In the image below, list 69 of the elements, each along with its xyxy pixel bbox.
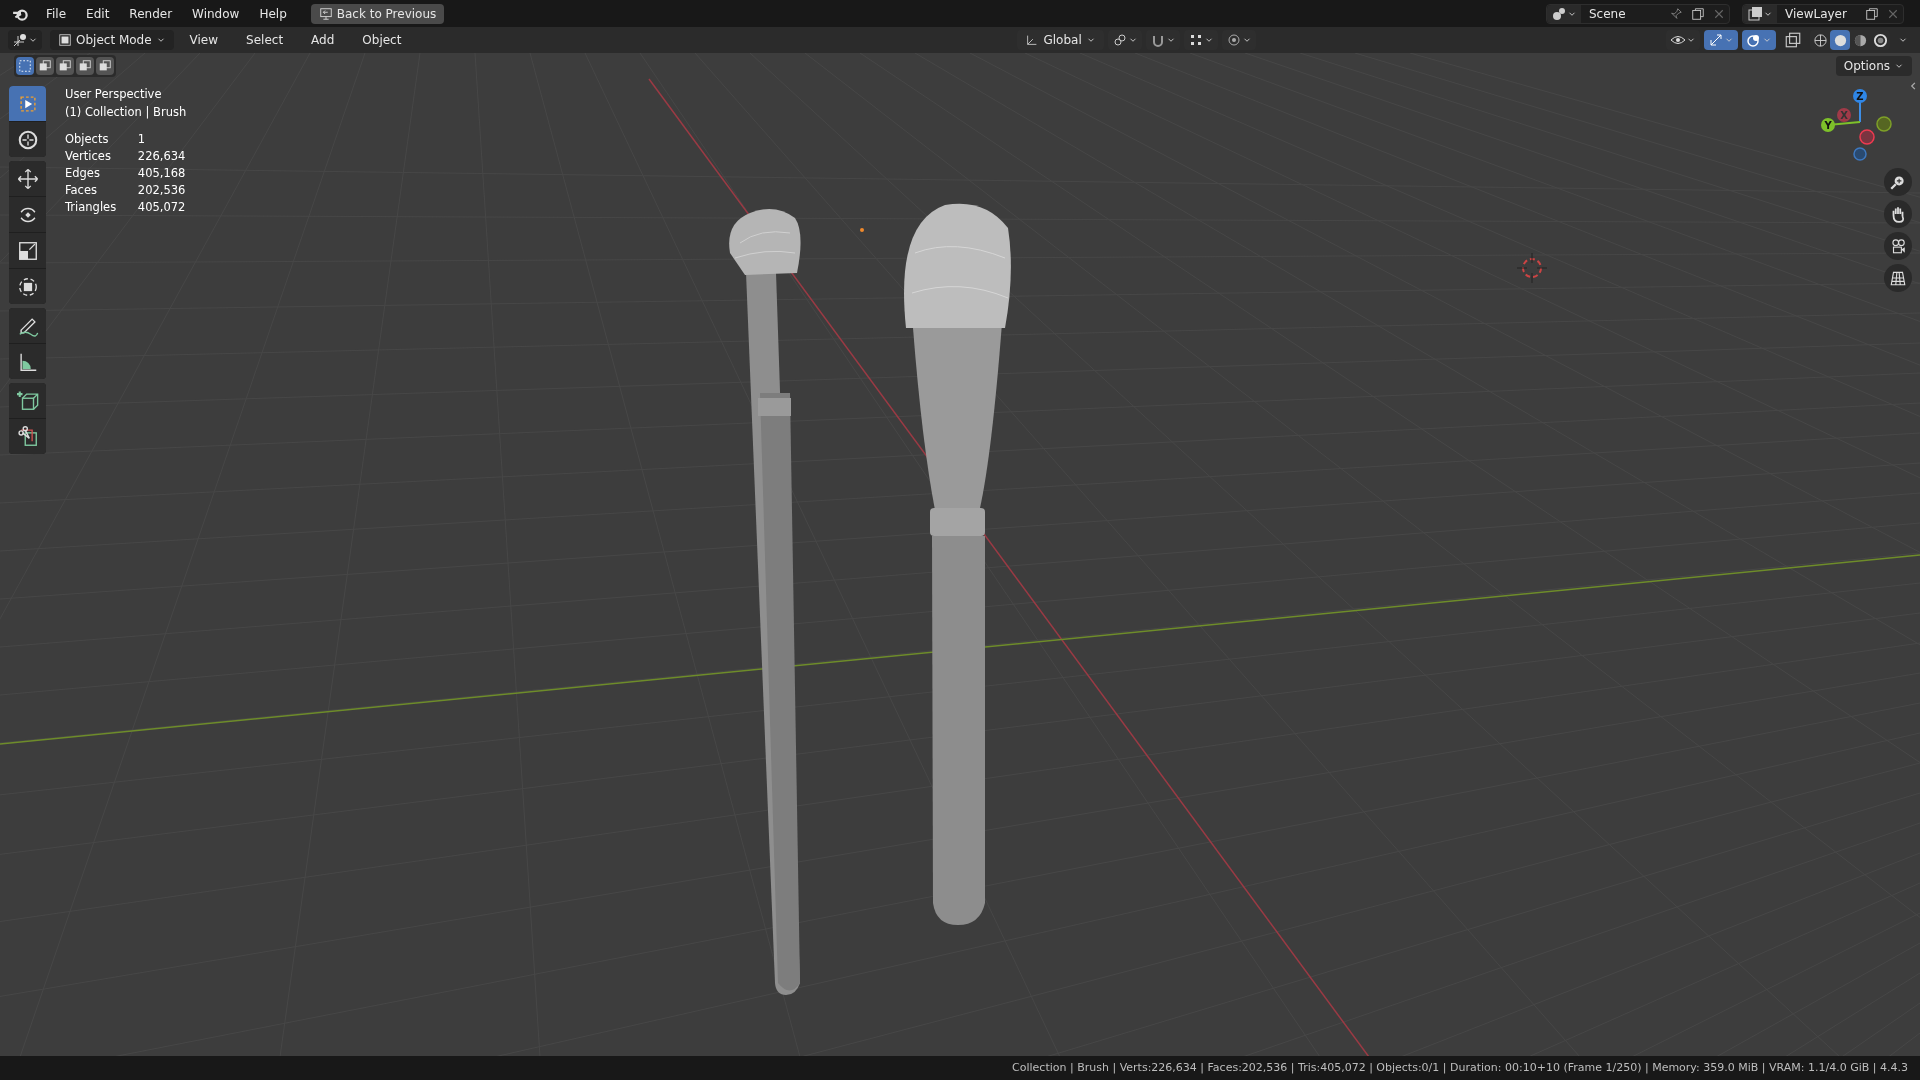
add-cube-icon <box>16 389 39 412</box>
tool-button[interactable] <box>9 344 46 379</box>
axis-gizmo-drawing[interactable] <box>1821 89 1892 161</box>
scale-icon <box>16 239 39 262</box>
tool-button[interactable] <box>9 122 46 157</box>
camera-button[interactable] <box>1884 232 1912 260</box>
editor-type-button[interactable] <box>8 30 42 50</box>
back-button[interactable]: Back to Previous <box>310 3 445 24</box>
tool-button[interactable] <box>9 383 46 418</box>
proportional-edit-icon <box>1225 32 1242 48</box>
origin-dot <box>860 228 864 232</box>
axis-label: Y <box>1824 120 1832 131</box>
axes-icon <box>12 32 28 48</box>
hand-button[interactable] <box>1884 200 1912 228</box>
menu-item[interactable]: Edit <box>78 2 118 25</box>
menu-item[interactable]: Object <box>350 30 414 50</box>
menu-item[interactable]: View <box>177 30 231 50</box>
stat-value: 405,072 <box>137 199 187 216</box>
tool-button[interactable] <box>9 233 46 268</box>
solid-shading-button[interactable] <box>1830 30 1850 50</box>
transform-icon <box>16 275 39 298</box>
selection-mode-button[interactable] <box>96 57 114 75</box>
stat-value: 202,536 <box>137 182 187 199</box>
zoom-icon <box>1889 173 1907 191</box>
tool-button[interactable] <box>9 269 46 304</box>
mode-dropdown[interactable]: Object Mode <box>50 30 174 50</box>
grid-button[interactable] <box>1884 264 1912 292</box>
zoom-button[interactable] <box>1884 168 1912 196</box>
xray-icon[interactable] <box>1784 31 1802 49</box>
screen-icon <box>318 6 333 21</box>
selection-mode-button[interactable] <box>36 57 54 75</box>
pivot-icon <box>1111 32 1128 48</box>
3d-cursor-icon <box>1516 252 1548 284</box>
tool-button[interactable] <box>9 419 46 454</box>
stat-value: 226,634 <box>137 148 187 165</box>
menu-item[interactable]: Help <box>251 2 295 25</box>
menu-item[interactable]: Add <box>299 30 347 50</box>
camera-icon <box>1889 237 1907 255</box>
tool-button[interactable] <box>9 308 46 343</box>
stat-value: 1 <box>137 131 147 148</box>
axis-label: Z <box>1856 91 1864 102</box>
view-name-label: User Perspective <box>65 86 163 103</box>
selection-mode-button[interactable] <box>16 57 34 75</box>
cursor-icon <box>16 128 39 151</box>
scissors-icon <box>16 425 39 448</box>
selection-mode-button[interactable] <box>56 57 74 75</box>
tool-button[interactable] <box>9 161 46 196</box>
grid-icon <box>1889 269 1907 287</box>
stat-label: Triangles <box>65 199 118 216</box>
selection-mode-button[interactable] <box>76 57 94 75</box>
options-dropdown[interactable]: Options <box>1835 56 1912 76</box>
stat-label: Objects <box>65 131 110 148</box>
tool-button[interactable] <box>9 197 46 232</box>
menu-item[interactable]: File <box>38 2 75 25</box>
gizmo-icon <box>1708 32 1724 48</box>
stat-label: Edges <box>65 165 101 182</box>
stat-value: 405,168 <box>137 165 187 182</box>
object-mode-icon <box>58 33 72 47</box>
menu-item[interactable]: Window <box>184 2 248 25</box>
menu-item[interactable]: Select <box>234 30 296 50</box>
stat-label: Faces <box>65 182 98 199</box>
status-text: Collection | Brush | Verts:226,634 | Faces:202,536 | Tris:405,072 | Objects:0/1 | Duration: 00:10+10 (Frame 1/250) | Memory: 359.0 MiB | VRAM: 1.1/4.0 GiB | 4.4.3 <box>1012 1059 1908 1076</box>
menu-item[interactable]: Render <box>121 2 181 25</box>
context-label: (1) Collection | Brush <box>65 104 187 121</box>
move-icon <box>16 167 39 190</box>
axis-label: X <box>1840 110 1848 121</box>
overlays-icon <box>1746 32 1762 48</box>
stat-label: Vertices <box>65 148 112 165</box>
overlays-button[interactable] <box>1742 30 1776 50</box>
